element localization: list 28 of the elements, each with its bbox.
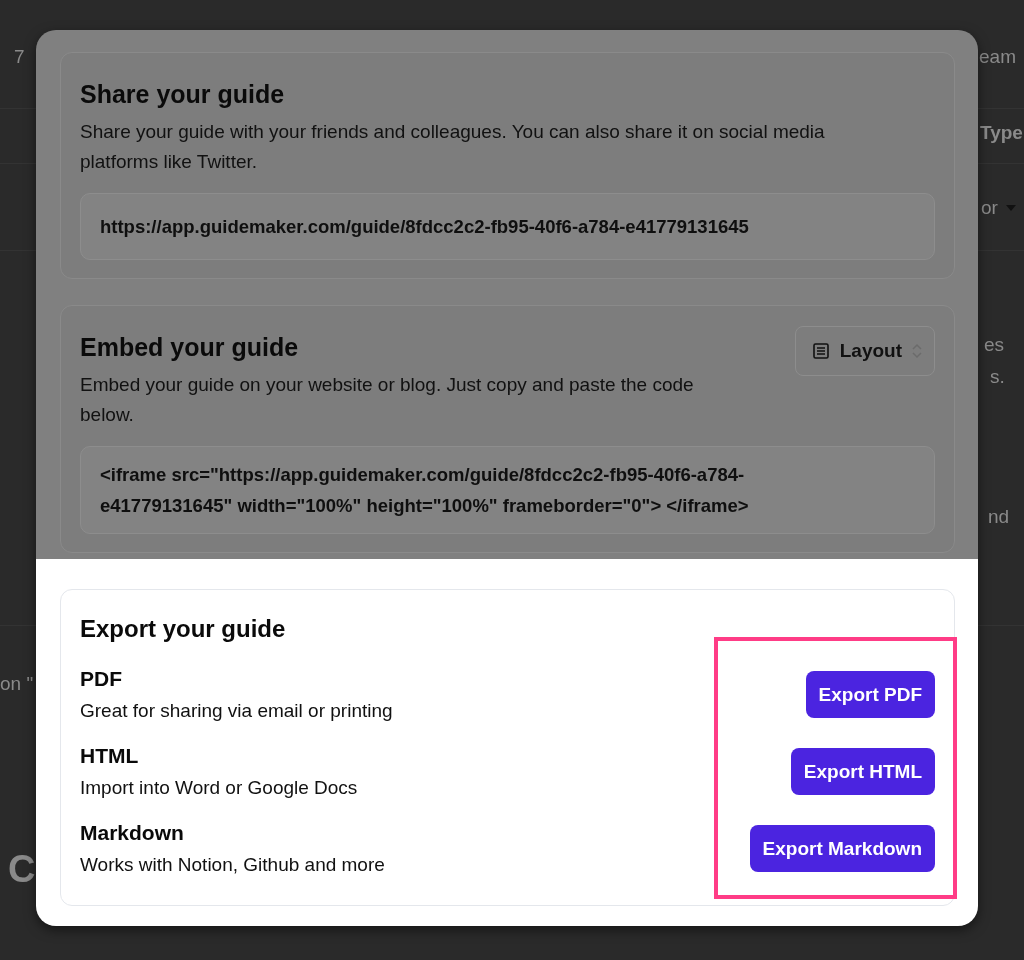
format-description: Works with Notion, Github and more (80, 852, 385, 877)
background-text: es (984, 334, 1005, 356)
format-name: HTML (80, 742, 140, 769)
export-button[interactable]: Export HTML (790, 748, 935, 795)
background-text: or (981, 197, 998, 219)
section-title: Export your guide (80, 614, 287, 644)
export-button[interactable]: Export PDF (805, 671, 935, 718)
format-description: Import into Word or Google Docs (80, 775, 358, 800)
background-text: eam (979, 46, 1016, 68)
list-icon (811, 342, 830, 360)
export-button[interactable]: Export Markdown (749, 825, 935, 872)
format-name: PDF (80, 665, 123, 692)
caret-icon (1005, 205, 1016, 211)
layout-select[interactable]: Layout (794, 326, 935, 376)
background-text: s. (990, 366, 1005, 388)
section-title: Share your guide (80, 79, 286, 109)
background-text: 7 (14, 46, 25, 68)
embed-code-field[interactable]: <iframe src="https://app.guidemaker.com/guide/8fdcc2c2-fb95-40f6-a784-e41779131645" width="100%" height="100%" frameborder="0"> </iframe> (80, 446, 935, 534)
section-description: Embed your guide on your website or blog. Just copy and paste the code below. (80, 373, 695, 427)
section-title: Embed your guide (80, 332, 300, 362)
background-text: C (8, 848, 36, 891)
background-text: Type (980, 122, 1023, 144)
background-text: on " (0, 673, 34, 695)
background-text: nd (988, 506, 1010, 528)
section-description: Share your guide with your friends and colleagues. You can also share it on social media platforms like Twitter. (80, 120, 826, 174)
format-description: Great for sharing via email or printing (80, 698, 393, 723)
format-name: Markdown (80, 819, 185, 846)
link-field[interactable]: https://app.guidemaker.com/guide/8fdcc2c2-fb95-40f6-a784-e41779131645 (80, 193, 935, 260)
